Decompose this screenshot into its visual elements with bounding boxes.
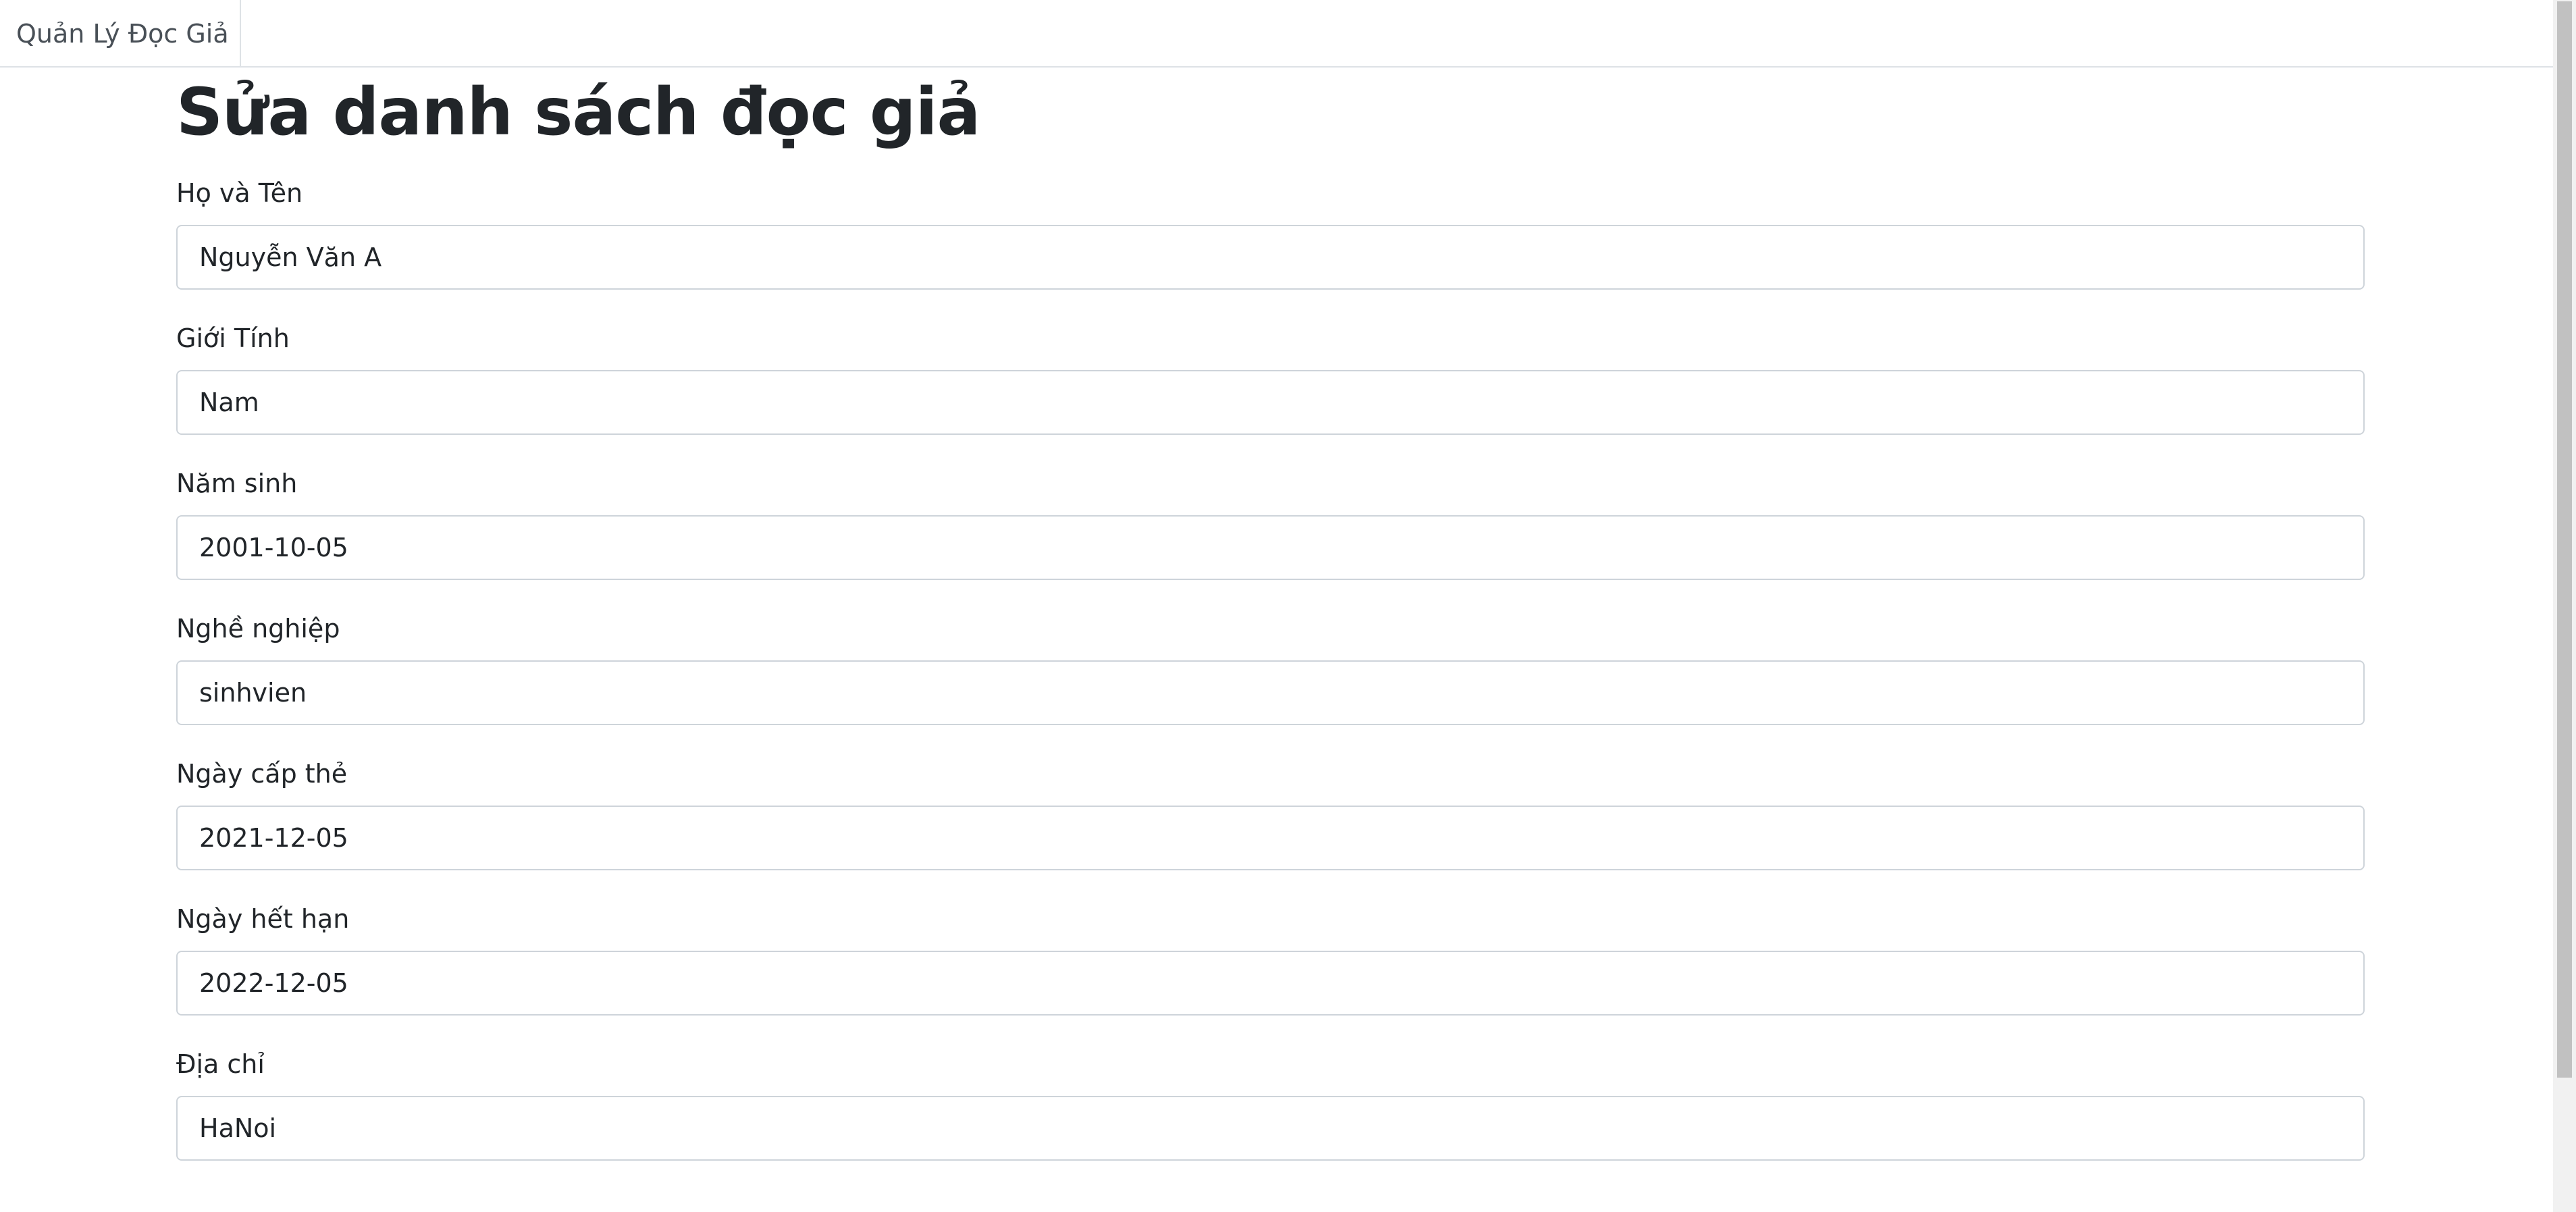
vertical-scrollbar[interactable]	[2553, 0, 2576, 1212]
top-nav: Quản Lý Đọc Giả	[0, 0, 2553, 68]
gioi-tinh-label: Giới Tính	[176, 323, 290, 353]
ngay-cap-the-label: Ngày cấp thẻ	[176, 759, 348, 789]
ho-va-ten-input[interactable]	[176, 225, 2365, 290]
nam-sinh-label: Năm sinh	[176, 469, 298, 498]
nghe-nghiep-label: Nghề nghiệp	[176, 614, 340, 643]
ngay-het-han-label: Ngày hết hạn	[176, 904, 350, 934]
field-gioi-tinh: Giới Tính	[176, 307, 2365, 452]
ngay-cap-the-input[interactable]	[176, 806, 2365, 870]
dia-chi-input[interactable]	[176, 1096, 2365, 1161]
field-dia-chi: Địa chỉ	[176, 1033, 2365, 1178]
ngay-het-han-input[interactable]	[176, 951, 2365, 1016]
field-ho-va-ten: Họ và Tên	[176, 162, 2365, 307]
field-ngay-het-han: Ngày hết hạn	[176, 888, 2365, 1033]
nav-tab-quan-ly-doc-gia[interactable]: Quản Lý Đọc Giả	[0, 0, 241, 68]
nghe-nghiep-input[interactable]	[176, 660, 2365, 725]
gioi-tinh-input[interactable]	[176, 370, 2365, 435]
scrollbar-thumb[interactable]	[2557, 1, 2572, 1078]
ho-va-ten-label: Họ và Tên	[176, 178, 303, 208]
main-content: Sửa danh sách đọc giả Họ và Tên Giới Tín…	[176, 68, 2365, 1161]
field-ngay-cap-the: Ngày cấp thẻ	[176, 743, 2365, 888]
edit-reader-form: Họ và Tên Giới Tính Năm sinh Nghề nghiệp…	[176, 162, 2365, 1178]
page-title: Sửa danh sách đọc giả	[176, 74, 980, 150]
field-nam-sinh: Năm sinh	[176, 452, 2365, 598]
nam-sinh-input[interactable]	[176, 515, 2365, 580]
dia-chi-label: Địa chỉ	[176, 1049, 265, 1079]
field-nghe-nghiep: Nghề nghiệp	[176, 598, 2365, 743]
